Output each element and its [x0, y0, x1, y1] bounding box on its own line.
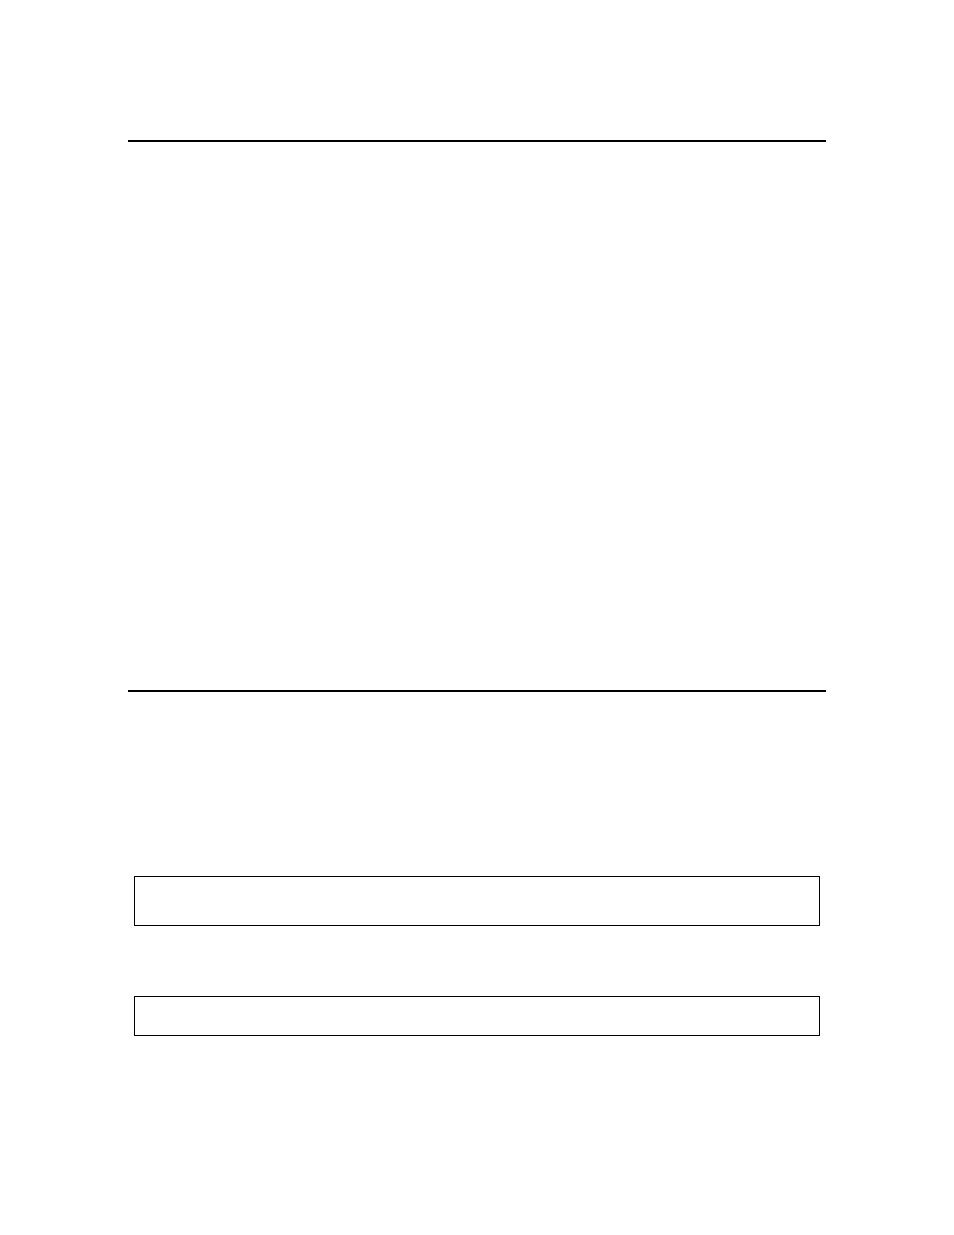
document-page: [0, 0, 954, 1235]
content-box-1: [134, 876, 820, 926]
divider-top: [128, 140, 826, 142]
content-box-2: [134, 996, 820, 1036]
divider-middle: [128, 690, 826, 692]
